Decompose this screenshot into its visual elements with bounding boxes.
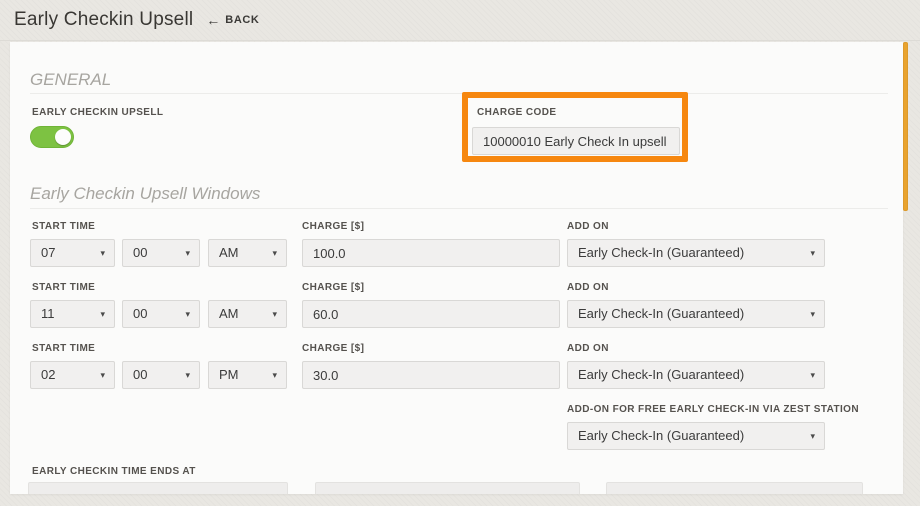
start-minute-select[interactable]: 00 ▾: [122, 239, 200, 267]
start-hour-select[interactable]: 07 ▾: [30, 239, 115, 267]
section-heading-windows: Early Checkin Upsell Windows: [30, 184, 261, 203]
ends-at-field-3[interactable]: [606, 482, 863, 494]
back-label: BACK: [225, 14, 260, 26]
back-arrow-icon: ←: [206, 12, 221, 28]
start-minute-select[interactable]: 00 ▾: [122, 361, 200, 389]
chevron-down-icon: ▾: [185, 370, 190, 380]
chevron-down-icon: ▾: [272, 309, 277, 319]
charge-code-input[interactable]: [472, 127, 680, 155]
scrollbar-thumb[interactable]: [903, 42, 908, 211]
chevron-down-icon: ▾: [272, 248, 277, 258]
chevron-down-icon: ▾: [810, 431, 815, 441]
section-heading-general: GENERAL: [30, 70, 112, 89]
zest-station-add-on-label: ADD-ON FOR FREE EARLY CHECK-IN VIA ZEST …: [567, 404, 859, 415]
early-checkin-upsell-label: EARLY CHECKIN UPSELL: [32, 107, 164, 118]
charge-code-label: CHARGE CODE: [477, 107, 557, 118]
divider: [30, 208, 888, 209]
zest-station-add-on-select[interactable]: Early Check-In (Guaranteed) ▾: [567, 422, 825, 450]
early-checkin-upsell-toggle[interactable]: [30, 126, 74, 148]
toggle-knob: [55, 129, 71, 145]
start-time-label: START TIME: [32, 282, 96, 293]
add-on-select[interactable]: Early Check-In (Guaranteed) ▾: [567, 300, 825, 328]
chevron-down-icon: ▾: [810, 370, 815, 380]
ends-at-field-1[interactable]: [28, 482, 288, 494]
add-on-label: ADD ON: [567, 343, 609, 354]
chevron-down-icon: ▾: [810, 248, 815, 258]
charge-label: CHARGE [$]: [302, 343, 365, 354]
start-meridiem-select[interactable]: AM ▾: [208, 300, 287, 328]
early-checkin-ends-at-label: EARLY CHECKIN TIME ENDS AT: [32, 466, 196, 477]
start-time-label: START TIME: [32, 221, 96, 232]
add-on-label: ADD ON: [567, 282, 609, 293]
add-on-select[interactable]: Early Check-In (Guaranteed) ▾: [567, 361, 825, 389]
chevron-down-icon: ▾: [272, 370, 277, 380]
charge-input[interactable]: [302, 300, 560, 328]
chevron-down-icon: ▾: [100, 370, 105, 380]
chevron-down-icon: ▾: [185, 248, 190, 258]
chevron-down-icon: ▾: [810, 309, 815, 319]
start-meridiem-select[interactable]: PM ▾: [208, 361, 287, 389]
chevron-down-icon: ▾: [185, 309, 190, 319]
add-on-label: ADD ON: [567, 221, 609, 232]
settings-card: GENERAL EARLY CHECKIN UPSELL CHARGE CODE…: [10, 42, 903, 494]
page-title: Early Checkin Upsell: [14, 9, 194, 30]
charge-input[interactable]: [302, 361, 560, 389]
divider: [30, 93, 888, 94]
charge-label: CHARGE [$]: [302, 282, 365, 293]
add-on-select[interactable]: Early Check-In (Guaranteed) ▾: [567, 239, 825, 267]
start-meridiem-select[interactable]: AM ▾: [208, 239, 287, 267]
chevron-down-icon: ▾: [100, 248, 105, 258]
start-hour-select[interactable]: 02 ▾: [30, 361, 115, 389]
back-link[interactable]: ← BACK: [206, 13, 259, 27]
chevron-down-icon: ▾: [100, 309, 105, 319]
page-header: Early Checkin Upsell ← BACK: [0, 0, 920, 41]
start-minute-select[interactable]: 00 ▾: [122, 300, 200, 328]
start-time-label: START TIME: [32, 343, 96, 354]
charge-input[interactable]: [302, 239, 560, 267]
charge-label: CHARGE [$]: [302, 221, 365, 232]
ends-at-field-2[interactable]: [315, 482, 580, 494]
start-hour-select[interactable]: 11 ▾: [30, 300, 115, 328]
